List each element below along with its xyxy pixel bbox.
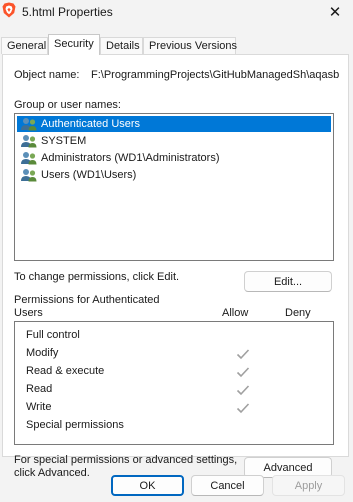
permission-name: Read [26,383,53,395]
deny-column-header: Deny [285,307,311,319]
tab-previous-versions[interactable]: Previous Versions [143,37,237,54]
permission-row: Modify [26,347,58,362]
group-user-list[interactable]: Authenticated Users SYSTEM Administrator… [14,113,334,261]
close-button[interactable]: ✕ [322,2,348,22]
permissions-list: Full control Modify Read & execute Read … [14,321,334,445]
allow-column-header: Allow [222,307,249,319]
users-group-icon [21,152,37,165]
brave-browser-icon [2,2,16,18]
permission-name: Special permissions [26,419,124,431]
list-item-label: Authenticated Users [41,118,141,130]
groups-label: Group or user names: [14,99,121,111]
change-permissions-text: To change permissions, click Edit. [14,271,180,283]
checkmark-icon [236,367,250,378]
window-title: 5.html Properties [22,5,113,19]
list-item[interactable]: Authenticated Users [17,116,331,132]
permission-row: Read & execute [26,365,104,380]
tab-general[interactable]: General [1,37,48,54]
cancel-button[interactable]: Cancel [191,475,264,496]
security-panel: Object name: F:\ProgrammingProjects\GitH… [2,54,349,479]
users-group-icon [21,118,37,131]
checkmark-icon [236,403,250,414]
users-group-icon [21,169,37,182]
list-item[interactable]: Users (WD1\Users) [17,167,331,183]
edit-button[interactable]: Edit... [244,271,332,292]
title-bar: 5.html Properties ✕ [0,0,353,26]
checkmark-icon [236,349,250,360]
close-icon: ✕ [328,4,342,21]
tab-strip: General Security Details Previous Versio… [0,34,353,55]
list-item[interactable]: Administrators (WD1\Administrators) [17,150,331,166]
object-name-label: Object name: [14,69,80,81]
permission-name: Read & execute [26,365,105,377]
tab-details[interactable]: Details [100,37,143,54]
permission-row: Read [26,383,52,398]
permission-row: Write [26,401,51,416]
properties-window: 5.html Properties ✕ General Security Det… [0,0,353,502]
object-name-value: F:\ProgrammingProjects\GitHubManagedSh\a… [91,69,340,81]
permission-name: Full control [26,329,80,341]
apply-button[interactable]: Apply [272,475,345,496]
permission-row: Special permissions [26,419,124,434]
list-item-label: SYSTEM [41,135,87,147]
permission-row: Full control [26,329,80,344]
ok-button[interactable]: OK [111,475,184,496]
permission-name: Write [26,401,52,413]
checkmark-icon [236,385,250,396]
list-item-label: Users (WD1\Users) [41,169,137,181]
users-group-icon [21,135,37,148]
list-item-label: Administrators (WD1\Administrators) [41,152,220,164]
permission-name: Modify [26,347,59,359]
permissions-for-label: Permissions for Authenticated Users [14,294,160,319]
tab-security[interactable]: Security [48,34,100,55]
list-item[interactable]: SYSTEM [17,133,331,149]
